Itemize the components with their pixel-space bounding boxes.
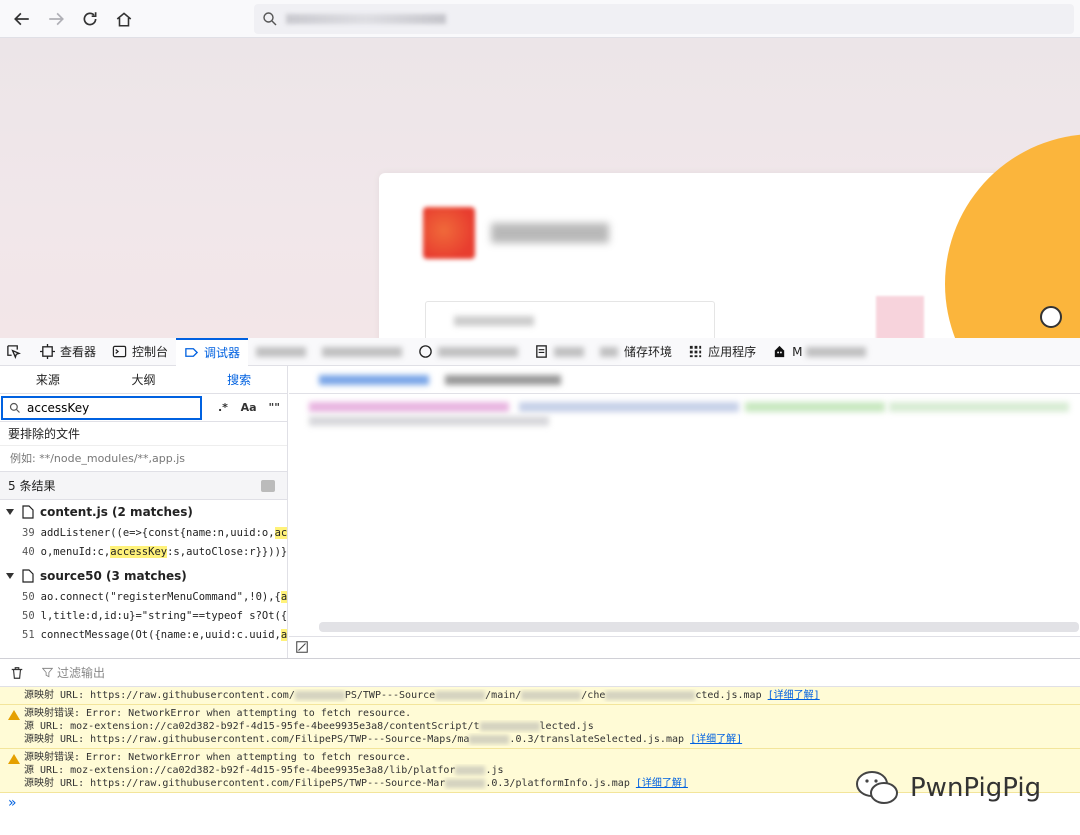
search-row: .* Aa "" bbox=[0, 394, 287, 422]
tab-redacted-3[interactable] bbox=[410, 338, 526, 366]
wechat-icon bbox=[856, 771, 898, 804]
debugger-icon bbox=[185, 348, 199, 357]
arrow-right-icon bbox=[49, 12, 64, 25]
match-row[interactable]: 50 l,title:d,id:u}="string"==typeof s?Ot(… bbox=[0, 607, 287, 626]
exclude-files-label: 要排除的文件 bbox=[0, 422, 287, 446]
filter-icon bbox=[42, 667, 53, 678]
learn-more-link[interactable]: [详细了解] bbox=[768, 690, 820, 701]
grid-icon bbox=[689, 345, 702, 358]
split-console: 过滤输出 源映射 URL: https://raw.githubusercont… bbox=[0, 658, 1080, 835]
memory-icon bbox=[536, 345, 547, 358]
decorative-circle bbox=[945, 134, 1080, 338]
learn-more-link[interactable]: [详细了解] bbox=[636, 778, 688, 789]
file-icon bbox=[22, 569, 34, 583]
tab-application[interactable]: 应用程序 bbox=[680, 338, 764, 366]
console-toolbar: 过滤输出 bbox=[0, 659, 1080, 687]
page-viewport bbox=[0, 38, 1080, 338]
redacted-code bbox=[889, 402, 1069, 412]
horizontal-scrollbar[interactable] bbox=[319, 622, 1079, 632]
browser-toolbar bbox=[0, 0, 1080, 38]
exclude-files-input[interactable]: 例如: **/node_modules/**,app.js bbox=[0, 446, 287, 472]
devtools-tabbar: 查看器 控制台 调试器 储存环境 应用程序 M bbox=[0, 337, 1080, 366]
console-icon bbox=[112, 345, 127, 358]
result-file[interactable]: source50 (3 matches) bbox=[0, 564, 287, 588]
redacted-editor-tab[interactable] bbox=[319, 375, 429, 385]
match-row[interactable]: 51 connectMessage(Ot({name:e,uuid:c.uuid,… bbox=[0, 626, 287, 645]
result-file[interactable]: content.js (2 matches) bbox=[0, 500, 287, 524]
file-icon bbox=[22, 505, 34, 519]
whole-word-toggle[interactable]: "" bbox=[261, 401, 287, 414]
reload-button[interactable] bbox=[73, 2, 107, 36]
expand-icon bbox=[6, 573, 14, 579]
redacted-url bbox=[286, 14, 446, 24]
login-input[interactable] bbox=[425, 301, 715, 338]
back-button[interactable] bbox=[5, 2, 39, 36]
console-message: 源映射 URL: https://raw.githubusercontent.c… bbox=[0, 687, 1080, 705]
console-warning: 源映射错误: Error: NetworkError when attempti… bbox=[0, 705, 1080, 749]
pretty-print-icon[interactable] bbox=[295, 640, 309, 654]
search-icon bbox=[9, 402, 20, 413]
site-logo bbox=[423, 207, 475, 259]
source-editor bbox=[289, 366, 1080, 658]
editor-footer bbox=[289, 636, 1080, 658]
tab-sources[interactable]: 来源 bbox=[0, 366, 96, 393]
redacted-editor-tab[interactable] bbox=[445, 375, 561, 385]
devtools-panel: 查看器 控制台 调试器 储存环境 应用程序 M 来源 大纲 搜索 accessK… bbox=[0, 337, 1080, 835]
expand-icon bbox=[6, 509, 14, 515]
collapse-results-icon[interactable] bbox=[261, 480, 275, 492]
tab-storage[interactable]: 储存环境 bbox=[592, 338, 680, 366]
redacted-code bbox=[309, 402, 509, 412]
tab-redacted-2[interactable] bbox=[314, 338, 410, 366]
sidebar-tabs: 来源 大纲 搜索 bbox=[0, 366, 287, 394]
redacted-code bbox=[309, 416, 549, 426]
home-button[interactable] bbox=[107, 2, 141, 36]
tab-redacted-1[interactable] bbox=[248, 338, 314, 366]
forward-button[interactable] bbox=[39, 2, 73, 36]
tab-extension[interactable]: M bbox=[764, 338, 874, 366]
trash-icon[interactable] bbox=[10, 666, 24, 680]
redacted-code bbox=[519, 402, 739, 412]
home-icon bbox=[116, 11, 132, 27]
extension-icon bbox=[774, 345, 785, 358]
search-box[interactable] bbox=[1, 395, 203, 420]
arrow-left-icon bbox=[14, 12, 29, 25]
results-count: 5 条结果 bbox=[0, 472, 287, 500]
reload-icon bbox=[83, 11, 97, 25]
redacted-site-title bbox=[491, 223, 609, 243]
element-picker-button[interactable] bbox=[0, 338, 32, 366]
inspector-icon bbox=[40, 344, 55, 359]
watermark: PwnPigPig bbox=[854, 768, 1041, 808]
search-icon bbox=[263, 12, 277, 26]
decorative-illustration bbox=[876, 296, 924, 338]
match-row[interactable]: 40 o,menuId:c,accessKey:s,autoClose:r}}))… bbox=[0, 543, 287, 562]
tab-search[interactable]: 搜索 bbox=[191, 366, 287, 393]
url-bar[interactable] bbox=[254, 4, 1074, 34]
tab-inspector[interactable]: 查看器 bbox=[32, 338, 104, 366]
performance-icon bbox=[419, 345, 432, 358]
tab-debugger[interactable]: 调试器 bbox=[176, 337, 249, 366]
tab-outline[interactable]: 大纲 bbox=[96, 366, 192, 393]
match-row[interactable]: 39 addListener((e=>{const{name:n,uuid:o,a… bbox=[0, 524, 287, 543]
match-row[interactable]: 50 ao.connect("registerMenuCommand",!0),{… bbox=[0, 588, 287, 607]
clock-icon bbox=[1040, 306, 1062, 328]
learn-more-link[interactable]: [详细了解] bbox=[690, 734, 742, 745]
editor-tabs bbox=[289, 366, 1080, 394]
regex-toggle[interactable]: .* bbox=[210, 401, 236, 414]
tab-console[interactable]: 控制台 bbox=[104, 338, 176, 366]
filter-output-input[interactable]: 过滤输出 bbox=[42, 664, 105, 681]
search-input[interactable] bbox=[27, 400, 197, 415]
warning-icon bbox=[8, 754, 20, 764]
case-sensitive-toggle[interactable]: Aa bbox=[236, 401, 262, 414]
debugger-sidebar: 来源 大纲 搜索 .* Aa "" 要排除的文件 例如: **/node_mod… bbox=[0, 366, 288, 658]
tab-redacted-4[interactable] bbox=[526, 338, 592, 366]
picker-icon bbox=[7, 345, 21, 359]
redacted-code bbox=[745, 402, 885, 412]
warning-icon bbox=[8, 710, 20, 720]
